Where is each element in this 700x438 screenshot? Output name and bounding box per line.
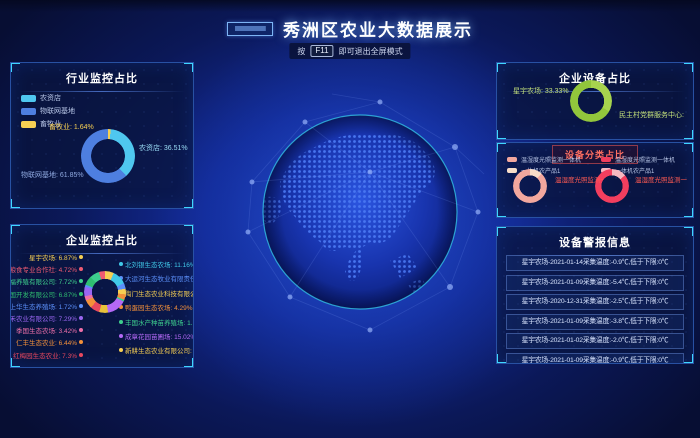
chart-label-text: 中禾农业有限公司: 7.29% xyxy=(11,313,77,323)
legend-item[interactable]: 物联网基地 xyxy=(21,106,75,116)
chart-label: 成章花园苗圃场: 15.02% xyxy=(119,331,193,341)
f11-key-badge: F11 xyxy=(310,45,333,57)
chart-label-service-center: 民主村党群服务中心: xyxy=(619,110,689,120)
chart-label-dot xyxy=(79,292,83,296)
fullscreen-hint: 按 F11 即可退出全屏模式 xyxy=(289,43,410,59)
chart-label-text: 国开发有限公司: 6.87% xyxy=(11,289,77,299)
hint-prefix: 按 xyxy=(297,46,305,57)
chart-label-dot xyxy=(79,328,83,332)
panel-device-alerts: 设备警报信息 星宇农场-2021-01-14采集温度:-0.9℃,低于下限:0℃… xyxy=(496,226,694,364)
top-bar xyxy=(0,0,700,12)
chart-label-dot xyxy=(79,279,83,283)
chart-label-text: 鸭蛋园生态农场: 4.29% xyxy=(125,302,193,312)
enterprise-donut-chart[interactable] xyxy=(84,271,126,313)
title-divider xyxy=(19,91,185,92)
legend-swatch xyxy=(21,121,36,128)
device-category-left-donut[interactable] xyxy=(513,169,547,203)
legend-swatch xyxy=(507,157,517,162)
chart-label-text: 红梅园生态农业: 7.3% xyxy=(13,350,77,360)
chart-label-text: 星宇农场: 6.87% xyxy=(29,252,77,262)
chart-label-text: 季国生态农场: 3.42% xyxy=(16,325,77,335)
chart-label-text: 北刘银生态农场: 11.16% xyxy=(125,259,193,269)
chart-label: 家福养殖有限公司: 7.72% xyxy=(11,276,83,286)
legend-item[interactable]: 温湿度光照监测一体机 xyxy=(507,155,581,164)
chart-label: 陶门生态农业科技有限公 xyxy=(119,288,193,298)
chart-label: 仁丰生态农业: 6.44% xyxy=(11,337,83,347)
dashboard: 秀洲区农业大数据展示 按 F11 即可退出全屏模式 行业监控占比 农资店 物联网… xyxy=(0,0,700,438)
page-title: 秀洲区农业大数据展示 xyxy=(283,16,473,41)
chart-label-category-right: 温湿度光照监测一 xyxy=(635,174,691,184)
legend-swatch xyxy=(601,157,611,162)
alert-list: 星宇农场-2021-01-14采集温度:-0.9℃,低于下限:0℃ 星宇农场-2… xyxy=(506,255,684,364)
hint-suffix: 即可退出全屏模式 xyxy=(339,46,403,57)
chart-label-text: 家福养殖有限公司: 7.72% xyxy=(11,276,77,286)
panel-industry-monitor: 行业监控占比 农资店 物联网基地 畜牧业 畜牧业: 1.64% xyxy=(10,62,194,209)
chart-label-text: 成章花园苗圃场: 15.02% xyxy=(125,331,193,341)
alert-row: 星宇农场-2021-01-09采集温度:-0.9℃,低于下限:0℃ xyxy=(506,353,684,365)
legend-label: 物联网基地 xyxy=(40,106,75,116)
chart-label: 星宇农场: 6.87% xyxy=(11,252,83,262)
enterprise-labels-left: 星宇农场: 6.87% 彩虹粮食专业合作社: 4.72% 家福养殖有限公司: 7… xyxy=(11,252,83,360)
chart-label-text: 大运河生态牧业有限责任公 xyxy=(125,273,193,283)
chart-label-dot xyxy=(79,353,83,357)
legend-item[interactable]: 温湿度光照监测一体机 xyxy=(601,155,675,164)
industry-donut-chart[interactable] xyxy=(81,129,135,183)
chart-label-livestock: 畜牧业: 1.64% xyxy=(49,122,94,132)
chart-label-agristore: 农资店: 36.51% xyxy=(139,143,188,153)
chart-label: 北刘银生态农场: 11.16% xyxy=(119,259,193,269)
chart-label-category-left: 温湿度光照监测一 xyxy=(555,174,603,184)
legend-swatch xyxy=(21,108,36,115)
device-share-donut-chart[interactable] xyxy=(570,80,612,122)
chart-label-dot xyxy=(79,340,83,344)
chart-label-text: 新耕生态农业有限公司: 6.87% xyxy=(125,345,193,355)
header: 秀洲区农业大数据展示 xyxy=(0,16,700,41)
chart-label: 新耕生态农业有限公司: 6.87% xyxy=(119,345,193,355)
alert-row: 星宇农场-2020-12-31采集温度:-2.5℃,低于下限:0℃ xyxy=(506,294,684,310)
panel-title-industry: 行业监控占比 xyxy=(11,63,193,91)
alert-row: 星宇农场-2021-01-09采集温度:-3.8℃,低于下限:0℃ xyxy=(506,314,684,330)
legend-item[interactable]: 农资店 xyxy=(21,93,75,103)
panel-title-enterprise: 企业监控占比 xyxy=(11,225,193,253)
legend-label: 农资店 xyxy=(40,93,61,103)
chart-label-xingyu-farm: 星宇农场: 33.33% xyxy=(513,86,569,96)
chart-label-dot xyxy=(79,267,83,271)
chart-label-dot xyxy=(119,348,123,352)
legend-label: 温湿度光照监测一体机 xyxy=(615,155,675,164)
chart-label-dot xyxy=(79,316,83,320)
chart-label: 国开发有限公司: 6.87% xyxy=(11,289,83,299)
enterprise-labels-right: 北刘银生态农场: 11.16% 大运河生态牧业有限责任公 陶门生态农业科技有限公… xyxy=(119,259,193,355)
chart-label: 彩虹粮食专业合作社: 4.72% xyxy=(11,264,83,274)
alert-row: 星宇农场-2021-01-14采集温度:-0.9℃,低于下限:0℃ xyxy=(506,255,684,271)
chart-label: 大运河生态牧业有限责任公 xyxy=(119,273,193,283)
panel-device-category: 设备分类占比 温湿度光照监测一体机 一体机农产品1 温湿度光照监测一体机 xyxy=(496,142,694,218)
chart-label-dot xyxy=(79,255,83,259)
chart-label-dot xyxy=(119,334,123,338)
chart-label-text: 仁丰生态农业: 6.44% xyxy=(16,337,77,347)
chart-label: 丰国水产种苗养殖场: 1. xyxy=(119,317,193,327)
chart-label: 季国生态农场: 3.42% xyxy=(11,325,83,335)
chart-label-text: 彩虹粮食专业合作社: 4.72% xyxy=(11,264,77,274)
chart-label-text: 陶门生态农业科技有限公 xyxy=(125,288,193,298)
panel-title-alerts: 设备警报信息 xyxy=(497,227,693,255)
chart-label-text: 丰国水产种苗养殖场: 1. xyxy=(125,317,193,327)
alert-row: 星宇农场-2021-01-02采集温度:-2.0℃,低于下限:0℃ xyxy=(506,333,684,349)
chart-label-iot-base: 物联网基地: 61.85% xyxy=(21,170,84,180)
legend-label: 温湿度光照监测一体机 xyxy=(521,155,581,164)
globe-visualization xyxy=(212,64,508,360)
chart-label-dot xyxy=(79,304,83,308)
legend-swatch xyxy=(21,95,36,102)
chart-label-dot xyxy=(119,262,123,266)
chart-label: 上华生态养殖场: 1.72% xyxy=(11,301,83,311)
legend-swatch xyxy=(507,168,517,173)
chart-label-dot xyxy=(119,320,123,324)
globe-continents xyxy=(256,115,457,309)
chart-label: 红梅园生态农业: 7.3% xyxy=(11,350,83,360)
chart-label: 中禾农业有限公司: 7.29% xyxy=(11,313,83,323)
brand-badge xyxy=(227,22,273,36)
panel-enterprise-monitor: 企业监控占比 星宇农场: 6.87% 彩虹粮食专业合作社: 4.72% 家福养殖… xyxy=(10,224,194,368)
panel-device-share: 企业设备占比 星宇农场: 33.33% 民主村党群服务中心: xyxy=(496,62,694,140)
chart-label-text: 上华生态养殖场: 1.72% xyxy=(11,301,77,311)
chart-label: 鸭蛋园生态农场: 4.29% xyxy=(119,302,193,312)
alert-row: 星宇农场-2021-01-09采集温度:-5.4℃,低于下限:0℃ xyxy=(506,275,684,291)
